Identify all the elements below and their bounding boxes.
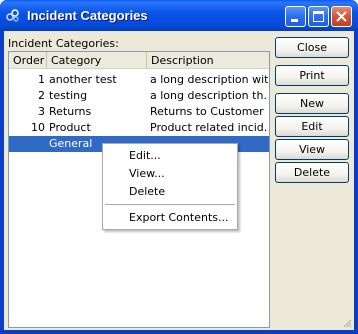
row-category: another test [49, 73, 117, 86]
context-menu: Edit... View... Delete Export Contents..… [102, 143, 238, 230]
row-order: 1 [38, 73, 45, 86]
list-header: Order Category Description [9, 52, 269, 69]
close-window-button[interactable] [331, 6, 352, 27]
row-description: a long description th… [150, 89, 268, 102]
maximize-button[interactable] [308, 6, 329, 27]
column-header-order[interactable]: Order [9, 52, 47, 69]
row-order: 10 [31, 121, 45, 134]
view-button[interactable]: View [275, 139, 349, 160]
table-row[interactable]: 1 another test a long description with [9, 72, 269, 88]
row-category: Product [49, 121, 91, 134]
minimize-button[interactable] [285, 6, 306, 27]
resize-grip-icon[interactable] [342, 318, 352, 328]
menu-item-export-contents[interactable]: Export Contents... [103, 209, 237, 227]
close-icon [336, 11, 347, 22]
window: Incident Categories Incident Categories:… [0, 0, 358, 334]
new-button[interactable]: New [275, 93, 349, 114]
edit-button[interactable]: Edit [275, 116, 349, 137]
window-title: Incident Categories [27, 8, 148, 23]
app-icon [6, 8, 20, 22]
row-order: 3 [38, 105, 45, 118]
list-label: Incident Categories: [8, 37, 119, 50]
row-description: Returns to Customer [150, 105, 264, 118]
title-bar[interactable]: Incident Categories [0, 0, 358, 31]
row-category: testing [49, 89, 88, 102]
menu-item-view[interactable]: View... [103, 165, 237, 183]
table-row[interactable]: 3 Returns Returns to Customer [9, 104, 269, 120]
row-order [9, 136, 45, 152]
row-description: Product related incid… [150, 121, 268, 134]
close-button[interactable]: Close [275, 37, 349, 58]
menu-separator [105, 204, 235, 205]
menu-item-delete[interactable]: Delete [103, 183, 237, 201]
delete-button[interactable]: Delete [275, 162, 349, 183]
menu-item-edit[interactable]: Edit... [103, 147, 237, 165]
column-header-category[interactable]: Category [47, 52, 147, 69]
table-row[interactable]: 10 Product Product related incid… [9, 120, 269, 136]
row-description: a long description with [150, 73, 268, 86]
column-header-description[interactable]: Description [147, 52, 269, 69]
maximize-icon [313, 11, 324, 22]
row-order: 2 [38, 89, 45, 102]
table-row[interactable]: 2 testing a long description th… [9, 88, 269, 104]
row-category: Returns [49, 105, 92, 118]
minimize-icon [291, 19, 298, 22]
print-button[interactable]: Print [275, 65, 349, 86]
